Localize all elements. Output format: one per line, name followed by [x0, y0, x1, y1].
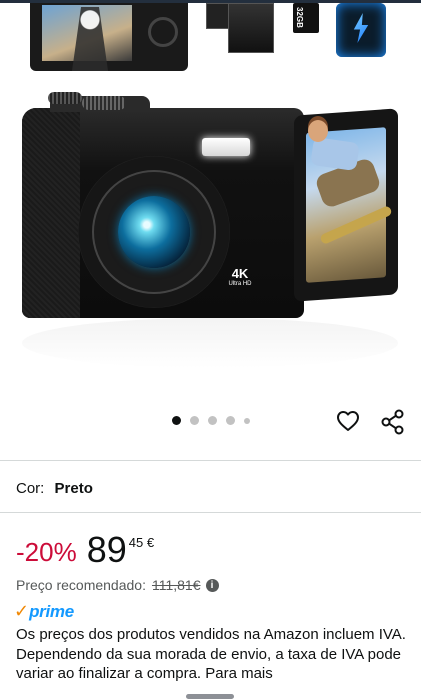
- gallery-dot-3[interactable]: [208, 416, 217, 425]
- divider: [0, 512, 421, 513]
- skater-photo: [298, 116, 393, 246]
- color-value: Preto: [54, 480, 93, 497]
- gallery-dot-2[interactable]: [190, 416, 199, 425]
- share-button[interactable]: [380, 409, 406, 435]
- vat-description: Os preços dos produtos vendidos na Amazo…: [16, 626, 406, 682]
- camera-image: 4K Ultra HD: [22, 92, 304, 318]
- divider: [0, 460, 421, 461]
- prime-logo: prime: [29, 602, 74, 621]
- bottom-sheet-handle[interactable]: [186, 694, 234, 699]
- price-block: -20% 89 45 €: [16, 530, 154, 572]
- gallery-dot-4[interactable]: [226, 416, 235, 425]
- gallery-dot-5[interactable]: [244, 417, 250, 424]
- heart-icon: [337, 411, 359, 431]
- reference-price-label: Preço recomendado:: [16, 577, 146, 593]
- reference-price: Preço recomendado: 111,81€ i: [16, 577, 219, 593]
- info-icon[interactable]: i: [205, 578, 219, 592]
- gallery-dot-1[interactable]: [172, 416, 181, 425]
- sd-card-label: 32GB: [295, 7, 304, 28]
- discount-badge: -20%: [16, 537, 77, 567]
- reference-price-value: 111,81€: [151, 577, 201, 593]
- wishlist-button[interactable]: [336, 409, 360, 433]
- 4k-badge: 4K Ultra HD: [228, 266, 252, 287]
- color-label: Cor:: [16, 480, 45, 497]
- battery-image: [206, 3, 274, 53]
- product-image-gallery[interactable]: 32GB 4K Ultra HD: [0, 0, 421, 400]
- prime-check-icon: ✓: [14, 601, 30, 622]
- color-selector[interactable]: Cor: Preto: [16, 480, 93, 498]
- share-icon: [381, 409, 404, 435]
- gallery-pagination: [172, 416, 250, 425]
- prime-badge: ✓ prime: [14, 601, 74, 623]
- product-image-top-strip: 32GB: [0, 3, 421, 71]
- flash-image: [336, 3, 386, 57]
- camera-back-image: [30, 3, 188, 71]
- price-fraction: 45 €: [128, 535, 155, 550]
- sd-card-image: 32GB: [293, 3, 319, 33]
- price-whole: 89: [86, 529, 127, 570]
